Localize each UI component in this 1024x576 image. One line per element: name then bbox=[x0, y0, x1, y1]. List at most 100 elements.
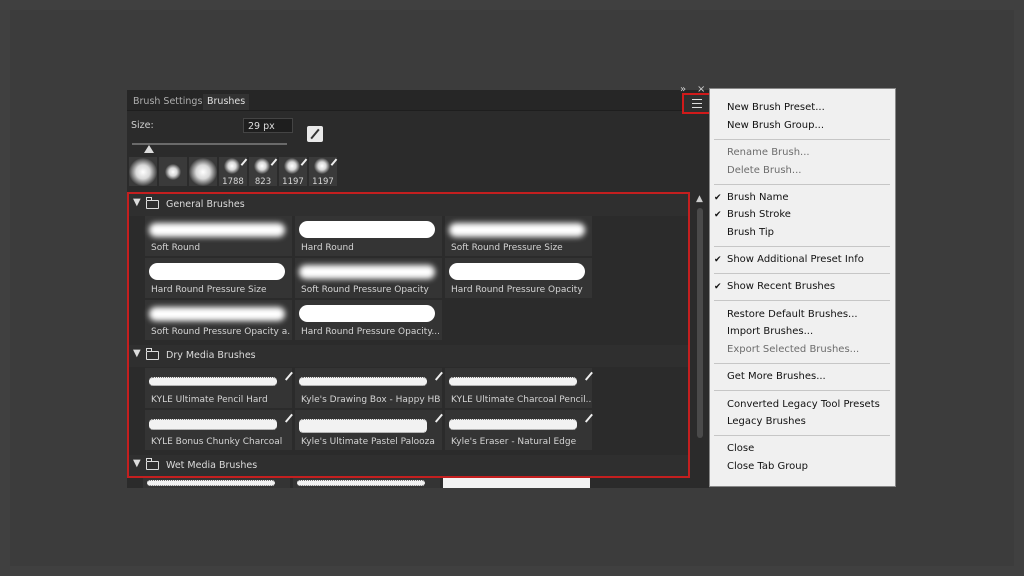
soft-brush-tip-icon bbox=[165, 164, 181, 180]
recent-brush[interactable] bbox=[189, 157, 217, 186]
check-icon: ✔ bbox=[714, 193, 722, 203]
folder-icon bbox=[145, 197, 159, 209]
brush-preset-tile[interactable]: Hard Round Pressure Opacity bbox=[445, 258, 592, 298]
brush-stroke-preview bbox=[449, 377, 577, 386]
size-input[interactable]: 29 px bbox=[243, 118, 293, 133]
recent-brush[interactable]: 1197 bbox=[279, 157, 307, 187]
brush-tip-edit-icon[interactable] bbox=[307, 126, 323, 142]
brush-preset-tile[interactable]: KYLE Ultimate Charcoal Pencil... bbox=[445, 368, 593, 408]
brushes-panel-menu: New Brush Preset... New Brush Group... R… bbox=[709, 88, 896, 487]
menu-item-delete-brush[interactable]: Delete Brush... bbox=[727, 165, 801, 176]
brushes-panel: Brush Settings Brushes » × Size: 29 px 1… bbox=[127, 84, 711, 488]
menu-item-import-brushes[interactable]: Import Brushes... bbox=[727, 326, 813, 337]
recent-brush[interactable] bbox=[129, 157, 157, 186]
preset-list-scrollbar[interactable]: ▲ bbox=[694, 192, 706, 488]
brush-stroke-preview bbox=[149, 263, 285, 280]
recent-brush[interactable]: 1197 bbox=[309, 157, 337, 187]
brush-preset-label: KYLE Bonus Chunky Charcoal bbox=[151, 437, 283, 447]
brush-preset-tile[interactable]: Hard Round bbox=[295, 216, 442, 256]
soft-brush-tip-icon bbox=[314, 158, 330, 174]
menu-item-rename-brush[interactable]: Rename Brush... bbox=[727, 147, 810, 158]
brush-preset-label: Hard Round Pressure Opacity... bbox=[301, 327, 440, 337]
brush-stroke-preview bbox=[149, 223, 285, 237]
brush-preset-label: KYLE Ultimate Charcoal Pencil... bbox=[451, 395, 591, 405]
brush-preset-label: Hard Round Pressure Size bbox=[151, 285, 267, 295]
menu-item-new-brush-group[interactable]: New Brush Group... bbox=[727, 120, 824, 131]
brush-preset-tile[interactable]: KYLE Bonus Chunky Charcoal bbox=[145, 410, 293, 450]
menu-item-export-selected-brushes[interactable]: Export Selected Brushes... bbox=[727, 344, 859, 355]
brush-preset-tile[interactable] bbox=[143, 478, 290, 488]
recent-brush[interactable]: 823 bbox=[249, 157, 277, 187]
brush-preset-tile[interactable]: Soft Round Pressure Opacity bbox=[295, 258, 442, 298]
menu-item-close-tab-group[interactable]: Close Tab Group bbox=[727, 461, 808, 472]
soft-brush-tip-icon bbox=[284, 158, 300, 174]
menu-item-show-recent-brushes[interactable]: Show Recent Brushes bbox=[727, 281, 835, 292]
menu-separator bbox=[714, 184, 890, 185]
brush-preset-tile[interactable]: Kyle's Eraser - Natural Edge bbox=[445, 410, 593, 450]
brush-stroke-preview bbox=[449, 419, 577, 430]
brush-preset-tile[interactable] bbox=[293, 478, 440, 488]
brush-stroke-preview bbox=[299, 419, 427, 433]
menu-item-restore-default-brushes[interactable]: Restore Default Brushes... bbox=[727, 309, 858, 320]
check-icon: ✔ bbox=[714, 255, 722, 265]
menu-item-brush-name[interactable]: Brush Name bbox=[727, 192, 789, 203]
brush-preset-tile[interactable]: Soft Round Pressure Size bbox=[445, 216, 592, 256]
menu-item-get-more-brushes[interactable]: Get More Brushes... bbox=[727, 371, 826, 382]
check-icon: ✔ bbox=[714, 210, 722, 220]
menu-separator bbox=[714, 246, 890, 247]
brush-preset-tile[interactable]: Hard Round Pressure Opacity... bbox=[295, 300, 442, 340]
brush-preset-label: Soft Round Pressure Opacity bbox=[301, 285, 429, 295]
chevron-down-icon[interactable]: ▼ bbox=[133, 348, 141, 359]
brush-stroke-preview bbox=[299, 305, 435, 322]
brush-preset-tile[interactable]: Kyle's Drawing Box - Happy HB bbox=[295, 368, 443, 408]
brush-preset-tile[interactable]: Soft Round Pressure Opacity a... bbox=[145, 300, 292, 340]
menu-item-close[interactable]: Close bbox=[727, 443, 754, 454]
chevron-down-icon[interactable]: ▼ bbox=[133, 197, 141, 208]
scroll-thumb[interactable] bbox=[697, 208, 703, 438]
brush-stroke-preview bbox=[149, 377, 277, 386]
tab-brush-settings[interactable]: Brush Settings bbox=[129, 94, 206, 110]
group-header-dry-media[interactable]: ▼ Dry Media Brushes bbox=[129, 345, 688, 367]
panel-menu-button[interactable] bbox=[682, 93, 711, 114]
group-header-general[interactable]: ▼ General Brushes bbox=[129, 194, 688, 216]
folder-icon bbox=[145, 348, 159, 360]
size-slider-thumb[interactable] bbox=[144, 145, 155, 153]
recent-brush-size: 823 bbox=[254, 177, 272, 187]
tab-brushes[interactable]: Brushes bbox=[203, 94, 250, 110]
size-slider-track[interactable] bbox=[132, 143, 287, 145]
brush-badge-icon bbox=[270, 158, 277, 166]
brush-badge-icon bbox=[300, 158, 307, 166]
group-header-wet-media[interactable]: ▼ Wet Media Brushes bbox=[129, 455, 688, 476]
eraser-badge-icon bbox=[584, 413, 593, 423]
brush-preset-tile[interactable]: Soft Round bbox=[145, 216, 292, 256]
menu-separator bbox=[714, 435, 890, 436]
soft-brush-tip-icon bbox=[129, 158, 157, 186]
brush-preset-label: Kyle's Eraser - Natural Edge bbox=[451, 437, 577, 447]
soft-brush-tip-icon bbox=[224, 158, 240, 174]
brush-preset-tile[interactable] bbox=[443, 478, 590, 488]
menu-item-show-additional-preset-info[interactable]: Show Additional Preset Info bbox=[727, 254, 864, 265]
brush-preset-label: Soft Round Pressure Size bbox=[451, 243, 563, 253]
brush-stroke-preview bbox=[449, 223, 585, 237]
group-title: Dry Media Brushes bbox=[166, 350, 256, 361]
menu-separator bbox=[714, 273, 890, 274]
chevron-down-icon[interactable]: ▼ bbox=[133, 458, 141, 469]
menu-item-brush-stroke[interactable]: Brush Stroke bbox=[727, 209, 791, 220]
menu-item-brush-tip[interactable]: Brush Tip bbox=[727, 227, 774, 238]
brush-preset-tile[interactable]: KYLE Ultimate Pencil Hard bbox=[145, 368, 293, 408]
brush-preset-tile[interactable]: Hard Round Pressure Size bbox=[145, 258, 292, 298]
brush-tool-badge-icon bbox=[584, 371, 593, 381]
recent-brush[interactable] bbox=[159, 157, 187, 186]
brush-stroke-preview bbox=[297, 480, 425, 486]
brush-preset-tile[interactable]: Kyle's Ultimate Pastel Palooza bbox=[295, 410, 443, 450]
menu-separator bbox=[714, 390, 890, 391]
brush-preset-label: Soft Round bbox=[151, 243, 201, 253]
recent-brush[interactable]: 1788 bbox=[219, 157, 247, 187]
brush-tool-badge-icon bbox=[434, 413, 443, 423]
soft-brush-tip-icon bbox=[254, 158, 270, 174]
menu-item-new-brush-preset[interactable]: New Brush Preset... bbox=[727, 102, 825, 113]
menu-separator bbox=[714, 363, 890, 364]
menu-item-converted-legacy-tool-presets[interactable]: Converted Legacy Tool Presets bbox=[727, 399, 880, 410]
menu-item-legacy-brushes[interactable]: Legacy Brushes bbox=[727, 416, 806, 427]
scroll-up-icon[interactable]: ▲ bbox=[696, 194, 703, 204]
